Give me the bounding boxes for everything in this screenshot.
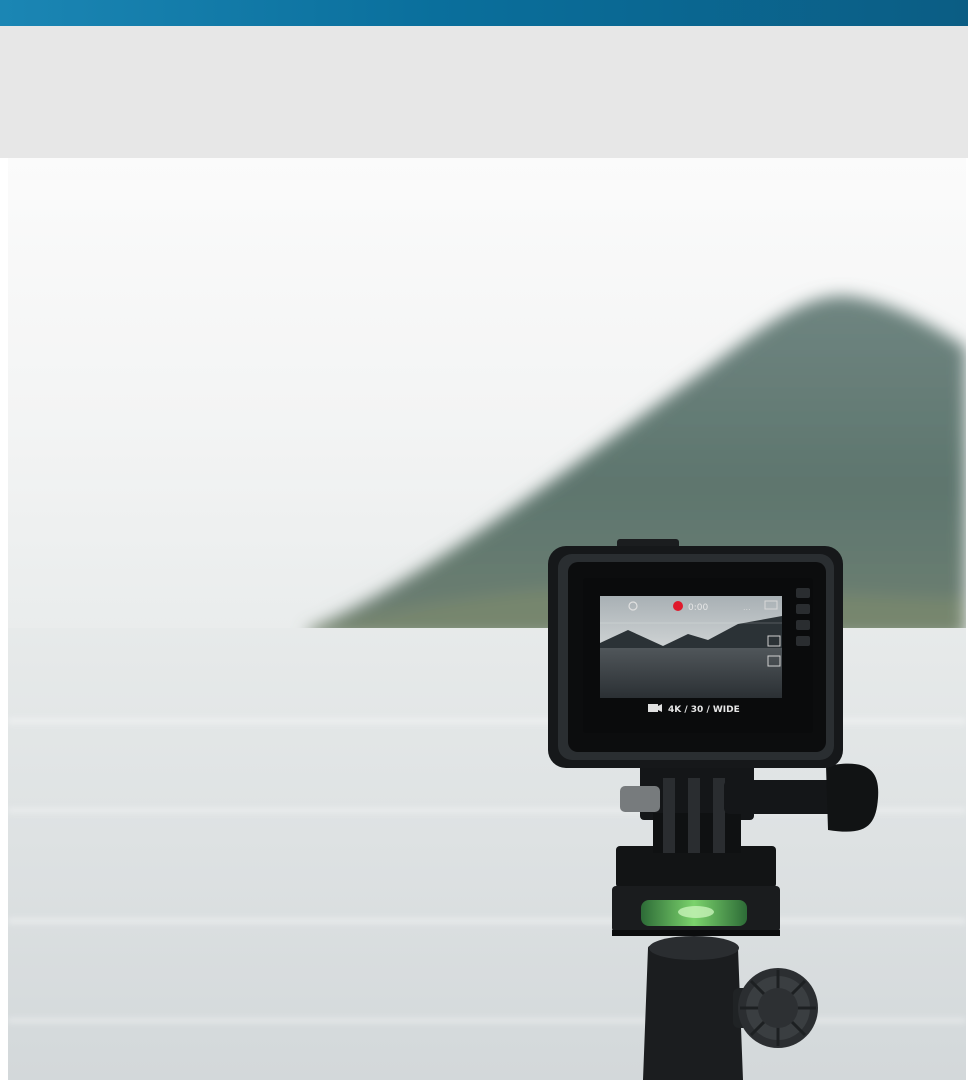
battery-percent: ... [743,603,751,612]
quick-release-plate [612,846,780,936]
mode-label: 4K / 30 / WIDE [668,705,740,715]
action-camera: 0:00 ... 4K / 30 / WIDE [548,539,843,768]
record-icon [673,601,683,611]
top-bar [0,0,968,26]
camera-screen: 0:00 ... 4K / 30 / WIDE [583,578,813,733]
camera-scene: 0:00 ... 4K / 30 / WIDE [8,158,966,1080]
header-area [0,26,968,158]
hero-photo: 0:00 ... 4K / 30 / WIDE [8,158,966,1080]
video-mode-icon [648,704,658,712]
record-timer: 0:00 [688,603,708,613]
